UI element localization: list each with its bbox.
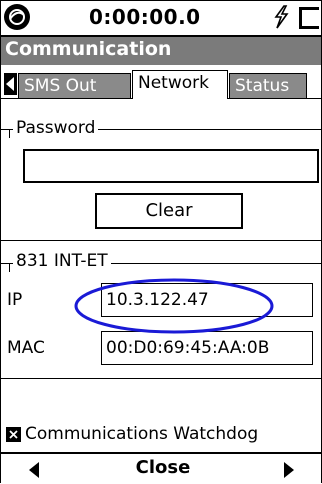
elapsed-timer: 0:00:00.0 bbox=[89, 5, 201, 29]
mac-field[interactable]: 00:D0:69:45:AA:0B bbox=[101, 331, 313, 365]
password-group-bottom bbox=[1, 240, 321, 241]
network-group-tick bbox=[9, 263, 10, 272]
device-screen: 0:00:00.0 Communication SMS Out Network … bbox=[0, 0, 322, 484]
battery-icon bbox=[299, 7, 319, 29]
page-title: Communication bbox=[5, 38, 172, 60]
watchdog-checkbox[interactable] bbox=[6, 427, 21, 442]
ip-label: IP bbox=[7, 290, 23, 310]
network-group-label: 831 INT-ET bbox=[13, 251, 111, 271]
tab-network[interactable]: Network bbox=[132, 70, 228, 99]
tab-status[interactable]: Status bbox=[229, 73, 307, 99]
bottom-bar: Close bbox=[1, 452, 321, 484]
nav-right-arrow-icon[interactable] bbox=[284, 462, 294, 478]
status-bar: 0:00:00.0 bbox=[1, 1, 321, 37]
tab-sms-out[interactable]: SMS Out bbox=[18, 73, 131, 99]
clear-button[interactable]: Clear bbox=[95, 193, 243, 229]
tab-scroll-left-icon[interactable] bbox=[4, 73, 17, 95]
tab-strip: SMS Out Network Status bbox=[1, 67, 321, 101]
close-button[interactable]: Close bbox=[131, 457, 195, 478]
mac-label: MAC bbox=[7, 338, 45, 358]
title-bar: Communication bbox=[1, 37, 321, 65]
password-group-label: Password bbox=[13, 118, 99, 138]
larson-davis-logo-icon bbox=[4, 4, 30, 30]
password-group-tick bbox=[9, 129, 10, 138]
network-group-bottom bbox=[1, 378, 321, 379]
checkbox-x-icon bbox=[8, 429, 19, 440]
lightning-bolt-icon bbox=[272, 5, 290, 29]
watchdog-label: Communications Watchdog bbox=[25, 424, 259, 444]
ip-field[interactable]: 10.3.122.47 bbox=[101, 283, 313, 317]
password-field[interactable] bbox=[23, 149, 319, 183]
nav-left-arrow-icon[interactable] bbox=[29, 462, 39, 478]
